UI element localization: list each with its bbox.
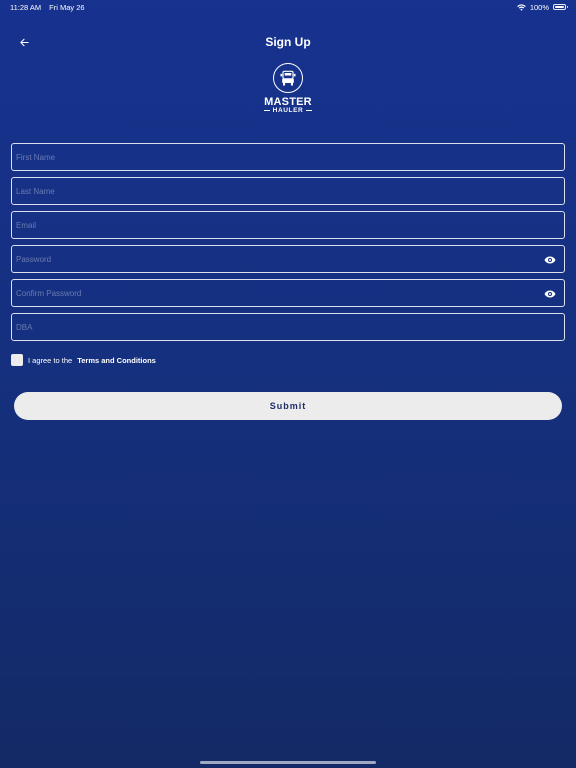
terms-prefix: I agree to the	[28, 355, 73, 365]
email-field	[11, 211, 565, 239]
status-time: 11:28 AM	[10, 2, 42, 12]
last-name-input[interactable]	[12, 178, 564, 204]
terms-link[interactable]: Terms and Conditions	[77, 356, 156, 365]
signup-form	[11, 143, 565, 347]
truck-icon	[280, 70, 296, 86]
email-input[interactable]	[12, 212, 564, 238]
home-indicator	[200, 761, 376, 764]
submit-button[interactable]: Submit	[14, 392, 562, 420]
last-name-field	[11, 177, 565, 205]
dba-input[interactable]	[12, 314, 564, 340]
dba-field	[11, 313, 565, 341]
header: Sign Up	[0, 30, 576, 54]
eye-icon[interactable]	[544, 254, 556, 266]
confirm-password-field	[11, 279, 565, 307]
logo: MASTER HAULER	[0, 63, 576, 114]
first-name-input[interactable]	[12, 144, 564, 170]
eye-icon[interactable]	[544, 288, 556, 300]
wifi-icon	[517, 3, 526, 11]
battery-level	[555, 6, 564, 8]
page-title: Sign Up	[265, 35, 311, 49]
battery-icon	[553, 4, 568, 10]
battery-percent: 100%	[529, 2, 549, 12]
logo-text-hauler: HAULER	[272, 107, 304, 114]
terms-row: I agree to the Terms and Conditions	[11, 354, 156, 366]
password-field	[11, 245, 565, 273]
password-input[interactable]	[12, 246, 564, 272]
terms-checkbox[interactable]	[11, 354, 23, 366]
status-bar: 11:28 AM Fri May 26 100%	[0, 0, 576, 14]
first-name-field	[11, 143, 565, 171]
logo-badge	[273, 63, 303, 93]
back-button[interactable]	[16, 34, 32, 50]
status-date: Fri May 26	[49, 2, 85, 12]
confirm-password-input[interactable]	[12, 280, 564, 306]
back-arrow-icon	[19, 38, 29, 46]
